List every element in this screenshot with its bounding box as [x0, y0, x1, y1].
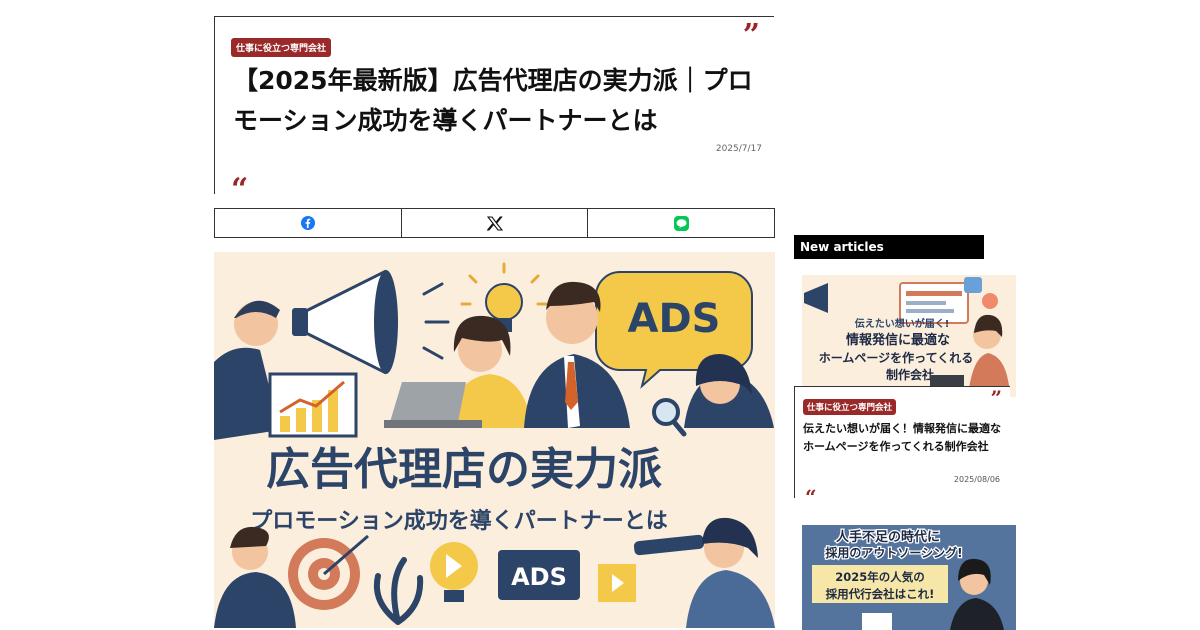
- sidebar-article-card[interactable]: ” 仕事に役立つ専門会社 伝えたい想いが届く！情報発信に最適なホームページを作っ…: [794, 386, 1010, 507]
- hero-sub-text: プロモーション成功を導くパートナーとは: [250, 508, 668, 534]
- opening-quote-icon: “: [231, 172, 249, 207]
- thumb2-line-4: 採用代行会社はこれ!: [826, 587, 935, 601]
- opening-quote-icon: “: [805, 485, 817, 509]
- thumb-line-3: ホームページを作ってくれる: [819, 350, 973, 365]
- publish-date: 2025/7/17: [715, 144, 762, 154]
- sidebar-category-badge[interactable]: 仕事に役立つ専門会社: [803, 399, 897, 415]
- thumb2-line-1: 人手不足の時代に: [836, 529, 940, 545]
- new-articles-header: New articles: [794, 235, 984, 259]
- share-x-button[interactable]: [402, 209, 589, 237]
- share-line-button[interactable]: [588, 209, 774, 237]
- sidebar-article-date: 2025/08/06: [953, 475, 1000, 484]
- share-facebook-button[interactable]: [215, 209, 402, 237]
- x-icon: [486, 215, 503, 231]
- article-header-card: ” 仕事に役立つ専門会社 【2025年最新版】広告代理店の実力派｜プロモーション…: [214, 16, 774, 205]
- share-bar: [214, 208, 775, 238]
- page-title: 【2025年最新版】広告代理店の実力派｜プロモーション成功を導くパートナーとは: [233, 66, 753, 135]
- closing-quote-icon: ”: [742, 18, 760, 53]
- facebook-icon: [300, 216, 315, 230]
- svg-text:ADS: ADS: [628, 296, 721, 342]
- svg-text:ADS: ADS: [511, 563, 567, 591]
- thumb2-line-2: 採用のアウトソーシング!: [825, 545, 962, 560]
- hero-main-text: 広告代理店の実力派: [266, 444, 662, 495]
- thumb-line-4: 制作会社: [886, 367, 934, 382]
- closing-quote-icon: ”: [990, 386, 1002, 410]
- thumb-line-2: 情報発信に最適な: [846, 332, 950, 348]
- sidebar-article-thumbnail-2[interactable]: 人手不足の時代に 採用のアウトソーシング! 2025年の人気の 採用代行会社はこ…: [802, 525, 1016, 630]
- thumb2-line-3: 2025年の人気の: [835, 570, 925, 584]
- line-icon: [673, 215, 689, 231]
- thumb-line-1: 伝えたい想いが届く!: [855, 317, 950, 330]
- hero-image: ADS 広告代理店の実力派 プロモーション成功を導くパートナーとは ADS: [214, 252, 775, 628]
- sidebar-article-title[interactable]: 伝えたい想いが届く！情報発信に最適なホームページを作ってくれる制作会社: [803, 420, 1005, 456]
- sidebar-article-thumbnail[interactable]: 伝えたい想いが届く! 情報発信に最適な ホームページを作ってくれる 制作会社: [802, 275, 1016, 397]
- category-badge[interactable]: 仕事に役立つ専門会社: [231, 38, 332, 57]
